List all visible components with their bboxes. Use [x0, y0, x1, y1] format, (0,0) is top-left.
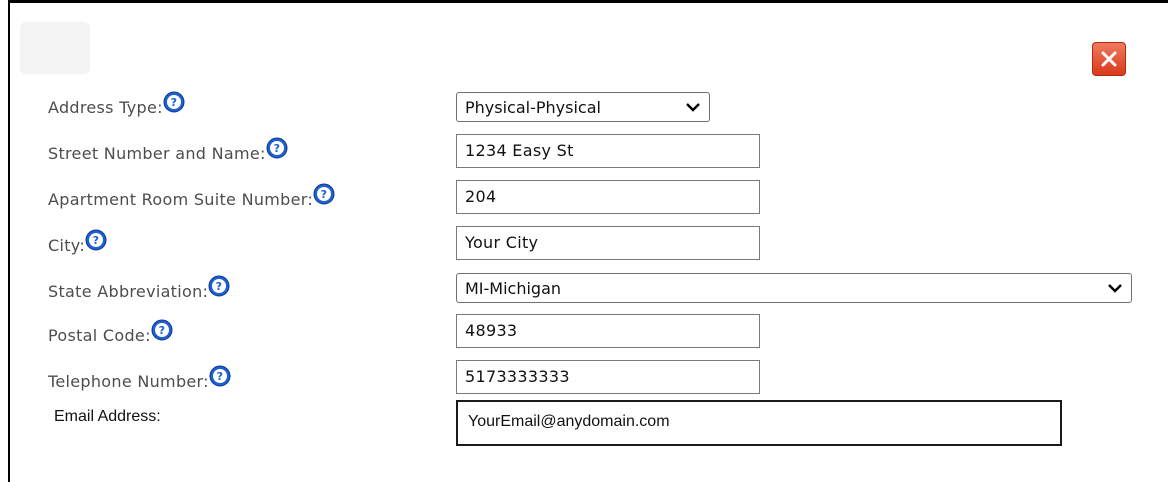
help-icon[interactable]: ?: [163, 91, 185, 113]
close-x-icon: [1101, 51, 1117, 67]
email-label: Email Address:: [54, 408, 161, 425]
state-select[interactable]: MI-Michigan: [456, 273, 1132, 303]
apartment-input[interactable]: 204: [456, 180, 760, 214]
postal-label: Postal Code:: [48, 326, 151, 345]
phone-label: Telephone Number:: [48, 372, 209, 391]
address-type-label: Address Type:: [48, 98, 163, 117]
email-input[interactable]: YourEmail@anydomain.com: [456, 400, 1062, 446]
state-value: MI-Michigan: [465, 278, 562, 298]
address-type-label-row: Address Type: ?: [48, 91, 185, 120]
postal-input[interactable]: 48933: [456, 314, 760, 348]
street-label: Street Number and Name:: [48, 144, 266, 163]
address-type-value: Physical-Physical: [465, 97, 601, 117]
help-icon[interactable]: ?: [85, 229, 107, 251]
city-label: City:: [48, 236, 86, 255]
apartment-label: Apartment Room Suite Number:: [48, 190, 314, 209]
svg-text:?: ?: [158, 324, 165, 337]
help-icon[interactable]: ?: [313, 183, 335, 205]
help-icon[interactable]: ?: [266, 137, 288, 159]
help-icon[interactable]: ?: [208, 275, 230, 297]
phone-input[interactable]: 5173333333: [456, 360, 760, 394]
state-label-row: State Abbreviation: ?: [48, 275, 230, 304]
city-input[interactable]: Your City: [456, 226, 760, 260]
state-label: State Abbreviation:: [48, 282, 209, 301]
svg-text:?: ?: [216, 370, 223, 383]
city-label-row: City: ?: [48, 229, 107, 258]
close-button[interactable]: [1092, 42, 1126, 76]
chevron-down-icon: [686, 103, 700, 112]
svg-text:?: ?: [171, 96, 178, 109]
svg-text:?: ?: [216, 280, 223, 293]
street-input[interactable]: 1234 Easy St: [456, 134, 760, 168]
svg-text:?: ?: [321, 188, 328, 201]
svg-text:?: ?: [273, 142, 280, 155]
postal-label-row: Postal Code: ?: [48, 319, 173, 348]
help-icon[interactable]: ?: [151, 319, 173, 341]
help-icon[interactable]: ?: [209, 365, 231, 387]
phone-label-row: Telephone Number: ?: [48, 365, 231, 394]
chevron-down-icon: [1108, 284, 1122, 293]
street-label-row: Street Number and Name: ?: [48, 137, 288, 166]
faded-logo: [20, 22, 90, 74]
address-type-select[interactable]: Physical-Physical: [456, 92, 710, 122]
apartment-label-row: Apartment Room Suite Number: ?: [48, 183, 335, 212]
svg-text:?: ?: [93, 234, 100, 247]
